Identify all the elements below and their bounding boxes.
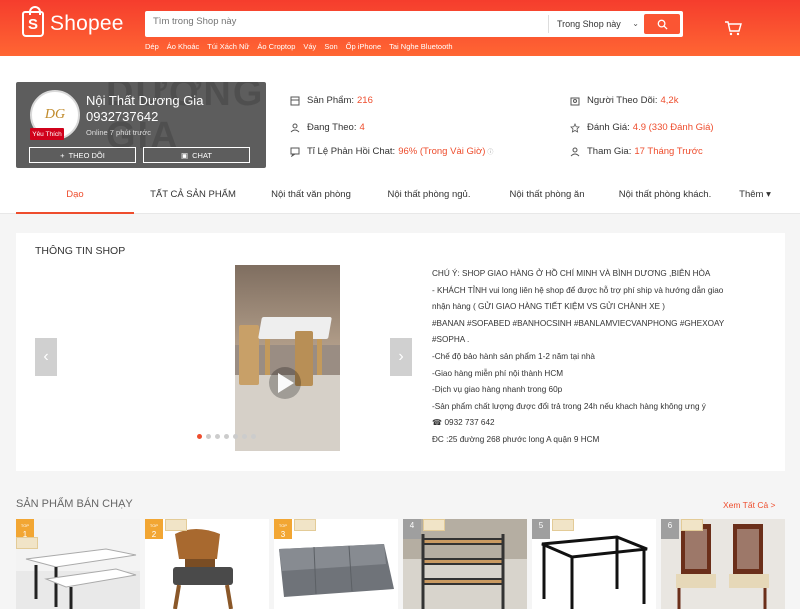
product-card[interactable]: 5 [532, 519, 656, 609]
chat-icon: ▣ [181, 150, 189, 160]
tab-living-furniture[interactable]: Nội thất phòng khách. [606, 186, 724, 214]
favourite-badge: Yêu Thích [30, 128, 64, 140]
rank-badge: TOP 1 [16, 519, 34, 539]
carousel-dot[interactable] [197, 434, 202, 439]
shop-logo-badge [681, 519, 703, 531]
product-image [145, 519, 269, 609]
rank-badge: 4 [403, 519, 421, 539]
store-icon [290, 96, 300, 105]
caret-down-icon: ▾ [766, 189, 771, 200]
chat-label: CHAT [192, 150, 212, 160]
shopee-logo[interactable]: S Shopee [22, 6, 124, 37]
hotword-link[interactable]: Son [324, 42, 337, 51]
tab-office-furniture[interactable]: Nội thất văn phòng [252, 186, 370, 214]
carousel-dot[interactable] [206, 434, 211, 439]
hotword-link[interactable]: Ốp iPhone [346, 42, 381, 51]
chevron-left-icon: ‹ [43, 348, 49, 365]
tab-bedroom-furniture[interactable]: Nội thất phòng ngủ. [370, 186, 488, 214]
product-image [403, 519, 527, 609]
carousel-dot[interactable] [233, 434, 238, 439]
stat-rating: Đánh Giá: 4.9 (330 Đánh Giá) [570, 122, 714, 133]
plus-icon: + [60, 150, 65, 160]
top-header: S Shopee Trong Shop này ⌄ Dép Áo Khoác T… [0, 0, 800, 56]
search-bar: Trong Shop này ⌄ [145, 11, 683, 37]
hotword-link[interactable]: Tai Nghe Bluetooth [389, 42, 452, 51]
shop-logo-badge [16, 537, 38, 549]
product-image [532, 519, 656, 609]
shop-phone: 0932737642 [86, 109, 159, 124]
carousel-prev-button[interactable]: ‹ [35, 338, 57, 376]
product-card[interactable]: TOP 2 [145, 519, 269, 609]
user-icon [570, 147, 580, 156]
stat-products: Sản Phẩm: 216 [290, 95, 373, 106]
shop-description: CHÚ Ý: SHOP GIAO HÀNG Ở HỒ CHÍ MINH VÀ B… [432, 269, 725, 444]
user-icon [290, 123, 300, 132]
info-icon[interactable]: ⓘ [487, 147, 493, 156]
carousel-dot[interactable] [251, 434, 256, 439]
section-title: THÔNG TIN SHOP [35, 245, 126, 257]
hotword-link[interactable]: Túi Xách Nữ [207, 42, 249, 51]
carousel-dot[interactable] [224, 434, 229, 439]
chevron-down-icon: ⌄ [632, 19, 639, 28]
search-scope-label: Trong Shop này [557, 19, 621, 29]
rank-badge: 6 [661, 519, 679, 539]
shop-logo-badge [423, 519, 445, 531]
follow-button[interactable]: + THEO DÕI [29, 147, 136, 163]
hotword-link[interactable]: Dép [145, 42, 159, 51]
shop-logo-badge [552, 519, 574, 531]
product-card[interactable]: 6 [661, 519, 785, 609]
rank-badge: TOP 2 [145, 519, 163, 539]
cart-icon[interactable] [724, 20, 742, 36]
logo-text: Shopee [50, 12, 124, 35]
stat-joined: Tham Gia: 17 Tháng Trước [570, 146, 703, 157]
hotword-link[interactable]: Áo Croptop [257, 42, 295, 51]
hotword-link[interactable]: Váy [303, 42, 316, 51]
tab-dao[interactable]: Dạo [16, 186, 134, 214]
stat-response-rate: Tỉ Lệ Phản Hồi Chat: 96% (Trong Vài Giờ) ⓘ [290, 146, 493, 157]
shop-video[interactable] [235, 265, 340, 451]
chat-button[interactable]: ▣ CHAT [143, 147, 250, 163]
followers-icon [570, 97, 580, 105]
shop-logo-badge [294, 519, 316, 531]
search-input[interactable] [153, 16, 533, 27]
hotword-list: Dép Áo Khoác Túi Xách Nữ Áo Croptop Váy … [145, 42, 453, 51]
product-image [661, 519, 785, 609]
chat-bubble-icon [290, 147, 300, 157]
see-all-link[interactable]: Xem Tất Cả > [723, 500, 776, 510]
tab-all-products[interactable]: TẤT CẢ SẢN PHẨM [134, 186, 252, 214]
search-icon [657, 19, 668, 30]
chevron-right-icon: › [398, 348, 404, 365]
shop-info-panel: THÔNG TIN SHOP ‹ › CHÚ Ý: SHOP GIAO HÀNG… [16, 233, 785, 471]
shop-name: Nội Thất Dương Gia [86, 93, 204, 108]
shopee-bag-icon: S [22, 6, 44, 37]
carousel-dots [197, 434, 256, 439]
product-image [16, 519, 140, 609]
rank-badge: 5 [532, 519, 550, 539]
product-card[interactable]: TOP 3 [274, 519, 398, 609]
tab-more[interactable]: Thêm ▾ [730, 186, 780, 214]
online-status: Online 7 phút trước [86, 128, 151, 137]
shop-logo-badge [165, 519, 187, 531]
follow-label: THEO DÕI [68, 150, 105, 160]
stat-followers: Người Theo Dõi: 4,2k [570, 95, 678, 106]
shop-card: DƯƠNG GIA DG Yêu Thích Nội Thất Dương Gi… [16, 82, 266, 168]
tab-dining-furniture[interactable]: Nội thất phòng ăn [488, 186, 606, 214]
search-scope-select[interactable]: Trong Shop này ⌄ [548, 15, 643, 33]
product-card[interactable]: TOP 1 [16, 519, 140, 609]
carousel-next-button[interactable]: › [390, 338, 412, 376]
stat-following: Đang Theo: 4 [290, 122, 365, 133]
rank-badge: TOP 3 [274, 519, 292, 539]
play-icon[interactable] [278, 373, 294, 393]
carousel-dot[interactable] [242, 434, 247, 439]
product-card[interactable]: 4 [403, 519, 527, 609]
search-button[interactable] [644, 14, 680, 34]
star-icon [570, 122, 580, 133]
hotword-link[interactable]: Áo Khoác [167, 42, 200, 51]
carousel-dot[interactable] [215, 434, 220, 439]
shop-tabs: Dạo TẤT CẢ SẢN PHẨM Nội thất văn phòng N… [0, 186, 800, 214]
product-image [274, 519, 398, 609]
best-sellers-title: SẢN PHẨM BÁN CHẠY [16, 498, 133, 510]
